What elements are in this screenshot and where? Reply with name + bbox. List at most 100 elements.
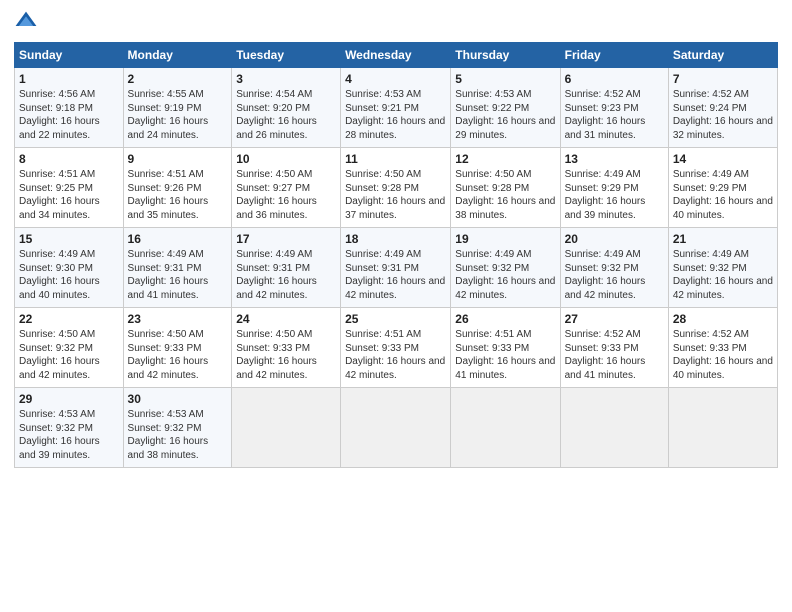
day-info: Sunrise: 4:50 AMSunset: 9:33 PMDaylight:…	[236, 329, 317, 381]
day-info: Sunrise: 4:49 AMSunset: 9:31 PMDaylight:…	[345, 249, 445, 301]
day-info: Sunrise: 4:53 AMSunset: 9:32 PMDaylight:…	[128, 409, 209, 461]
day-info: Sunrise: 4:50 AMSunset: 9:28 PMDaylight:…	[455, 169, 555, 221]
day-info: Sunrise: 4:50 AMSunset: 9:28 PMDaylight:…	[345, 169, 445, 221]
day-number: 16	[128, 232, 228, 246]
day-info: Sunrise: 4:56 AMSunset: 9:18 PMDaylight:…	[19, 89, 100, 141]
table-row: 8 Sunrise: 4:51 AMSunset: 9:25 PMDayligh…	[15, 148, 124, 228]
day-number: 21	[673, 232, 773, 246]
table-row: 23 Sunrise: 4:50 AMSunset: 9:33 PMDaylig…	[123, 308, 232, 388]
day-header-tuesday: Tuesday	[232, 43, 341, 68]
table-row: 25 Sunrise: 4:51 AMSunset: 9:33 PMDaylig…	[341, 308, 451, 388]
table-row: 26 Sunrise: 4:51 AMSunset: 9:33 PMDaylig…	[451, 308, 560, 388]
day-number: 22	[19, 312, 119, 326]
day-info: Sunrise: 4:51 AMSunset: 9:33 PMDaylight:…	[345, 329, 445, 381]
header	[14, 10, 778, 34]
day-number: 2	[128, 72, 228, 86]
table-row: 2 Sunrise: 4:55 AMSunset: 9:19 PMDayligh…	[123, 68, 232, 148]
day-number: 17	[236, 232, 336, 246]
day-info: Sunrise: 4:51 AMSunset: 9:26 PMDaylight:…	[128, 169, 209, 221]
day-info: Sunrise: 4:49 AMSunset: 9:32 PMDaylight:…	[455, 249, 555, 301]
day-header-saturday: Saturday	[668, 43, 777, 68]
table-row: 20 Sunrise: 4:49 AMSunset: 9:32 PMDaylig…	[560, 228, 668, 308]
day-info: Sunrise: 4:53 AMSunset: 9:21 PMDaylight:…	[345, 89, 445, 141]
table-row: 12 Sunrise: 4:50 AMSunset: 9:28 PMDaylig…	[451, 148, 560, 228]
calendar-week-2: 8 Sunrise: 4:51 AMSunset: 9:25 PMDayligh…	[15, 148, 778, 228]
table-row: 22 Sunrise: 4:50 AMSunset: 9:32 PMDaylig…	[15, 308, 124, 388]
day-number: 8	[19, 152, 119, 166]
generalblue-icon	[14, 10, 38, 34]
day-info: Sunrise: 4:49 AMSunset: 9:31 PMDaylight:…	[236, 249, 317, 301]
table-row: 14 Sunrise: 4:49 AMSunset: 9:29 PMDaylig…	[668, 148, 777, 228]
day-info: Sunrise: 4:53 AMSunset: 9:22 PMDaylight:…	[455, 89, 555, 141]
table-row: 10 Sunrise: 4:50 AMSunset: 9:27 PMDaylig…	[232, 148, 341, 228]
table-row: 5 Sunrise: 4:53 AMSunset: 9:22 PMDayligh…	[451, 68, 560, 148]
day-number: 3	[236, 72, 336, 86]
calendar-table: SundayMondayTuesdayWednesdayThursdayFrid…	[14, 42, 778, 468]
day-info: Sunrise: 4:51 AMSunset: 9:33 PMDaylight:…	[455, 329, 555, 381]
day-number: 5	[455, 72, 555, 86]
table-row: 29 Sunrise: 4:53 AMSunset: 9:32 PMDaylig…	[15, 388, 124, 468]
day-number: 12	[455, 152, 555, 166]
table-row	[232, 388, 341, 468]
calendar-week-1: 1 Sunrise: 4:56 AMSunset: 9:18 PMDayligh…	[15, 68, 778, 148]
calendar-header-row: SundayMondayTuesdayWednesdayThursdayFrid…	[15, 43, 778, 68]
day-number: 24	[236, 312, 336, 326]
day-info: Sunrise: 4:52 AMSunset: 9:33 PMDaylight:…	[673, 329, 773, 381]
day-number: 9	[128, 152, 228, 166]
day-header-wednesday: Wednesday	[341, 43, 451, 68]
table-row: 19 Sunrise: 4:49 AMSunset: 9:32 PMDaylig…	[451, 228, 560, 308]
day-info: Sunrise: 4:50 AMSunset: 9:33 PMDaylight:…	[128, 329, 209, 381]
day-info: Sunrise: 4:50 AMSunset: 9:32 PMDaylight:…	[19, 329, 100, 381]
table-row	[560, 388, 668, 468]
day-number: 19	[455, 232, 555, 246]
day-number: 18	[345, 232, 446, 246]
day-number: 6	[565, 72, 664, 86]
day-info: Sunrise: 4:50 AMSunset: 9:27 PMDaylight:…	[236, 169, 317, 221]
table-row: 27 Sunrise: 4:52 AMSunset: 9:33 PMDaylig…	[560, 308, 668, 388]
table-row: 1 Sunrise: 4:56 AMSunset: 9:18 PMDayligh…	[15, 68, 124, 148]
day-info: Sunrise: 4:52 AMSunset: 9:33 PMDaylight:…	[565, 329, 646, 381]
day-info: Sunrise: 4:55 AMSunset: 9:19 PMDaylight:…	[128, 89, 209, 141]
day-number: 11	[345, 152, 446, 166]
day-number: 26	[455, 312, 555, 326]
table-row: 21 Sunrise: 4:49 AMSunset: 9:32 PMDaylig…	[668, 228, 777, 308]
table-row: 15 Sunrise: 4:49 AMSunset: 9:30 PMDaylig…	[15, 228, 124, 308]
day-number: 13	[565, 152, 664, 166]
day-info: Sunrise: 4:52 AMSunset: 9:24 PMDaylight:…	[673, 89, 773, 141]
table-row: 9 Sunrise: 4:51 AMSunset: 9:26 PMDayligh…	[123, 148, 232, 228]
page: SundayMondayTuesdayWednesdayThursdayFrid…	[0, 0, 792, 612]
calendar-week-3: 15 Sunrise: 4:49 AMSunset: 9:30 PMDaylig…	[15, 228, 778, 308]
day-info: Sunrise: 4:49 AMSunset: 9:30 PMDaylight:…	[19, 249, 100, 301]
day-info: Sunrise: 4:52 AMSunset: 9:23 PMDaylight:…	[565, 89, 646, 141]
day-number: 14	[673, 152, 773, 166]
table-row: 3 Sunrise: 4:54 AMSunset: 9:20 PMDayligh…	[232, 68, 341, 148]
table-row: 18 Sunrise: 4:49 AMSunset: 9:31 PMDaylig…	[341, 228, 451, 308]
table-row: 30 Sunrise: 4:53 AMSunset: 9:32 PMDaylig…	[123, 388, 232, 468]
day-number: 1	[19, 72, 119, 86]
day-number: 25	[345, 312, 446, 326]
day-number: 7	[673, 72, 773, 86]
table-row: 24 Sunrise: 4:50 AMSunset: 9:33 PMDaylig…	[232, 308, 341, 388]
day-info: Sunrise: 4:49 AMSunset: 9:32 PMDaylight:…	[673, 249, 773, 301]
day-number: 28	[673, 312, 773, 326]
table-row	[341, 388, 451, 468]
day-number: 23	[128, 312, 228, 326]
day-info: Sunrise: 4:49 AMSunset: 9:29 PMDaylight:…	[673, 169, 773, 221]
day-number: 10	[236, 152, 336, 166]
table-row: 6 Sunrise: 4:52 AMSunset: 9:23 PMDayligh…	[560, 68, 668, 148]
day-info: Sunrise: 4:53 AMSunset: 9:32 PMDaylight:…	[19, 409, 100, 461]
day-header-monday: Monday	[123, 43, 232, 68]
day-info: Sunrise: 4:49 AMSunset: 9:32 PMDaylight:…	[565, 249, 646, 301]
table-row: 4 Sunrise: 4:53 AMSunset: 9:21 PMDayligh…	[341, 68, 451, 148]
day-header-friday: Friday	[560, 43, 668, 68]
day-info: Sunrise: 4:51 AMSunset: 9:25 PMDaylight:…	[19, 169, 100, 221]
table-row: 11 Sunrise: 4:50 AMSunset: 9:28 PMDaylig…	[341, 148, 451, 228]
table-row: 13 Sunrise: 4:49 AMSunset: 9:29 PMDaylig…	[560, 148, 668, 228]
day-number: 15	[19, 232, 119, 246]
day-info: Sunrise: 4:54 AMSunset: 9:20 PMDaylight:…	[236, 89, 317, 141]
day-info: Sunrise: 4:49 AMSunset: 9:29 PMDaylight:…	[565, 169, 646, 221]
calendar-week-5: 29 Sunrise: 4:53 AMSunset: 9:32 PMDaylig…	[15, 388, 778, 468]
logo	[14, 10, 42, 34]
table-row: 17 Sunrise: 4:49 AMSunset: 9:31 PMDaylig…	[232, 228, 341, 308]
day-number: 4	[345, 72, 446, 86]
